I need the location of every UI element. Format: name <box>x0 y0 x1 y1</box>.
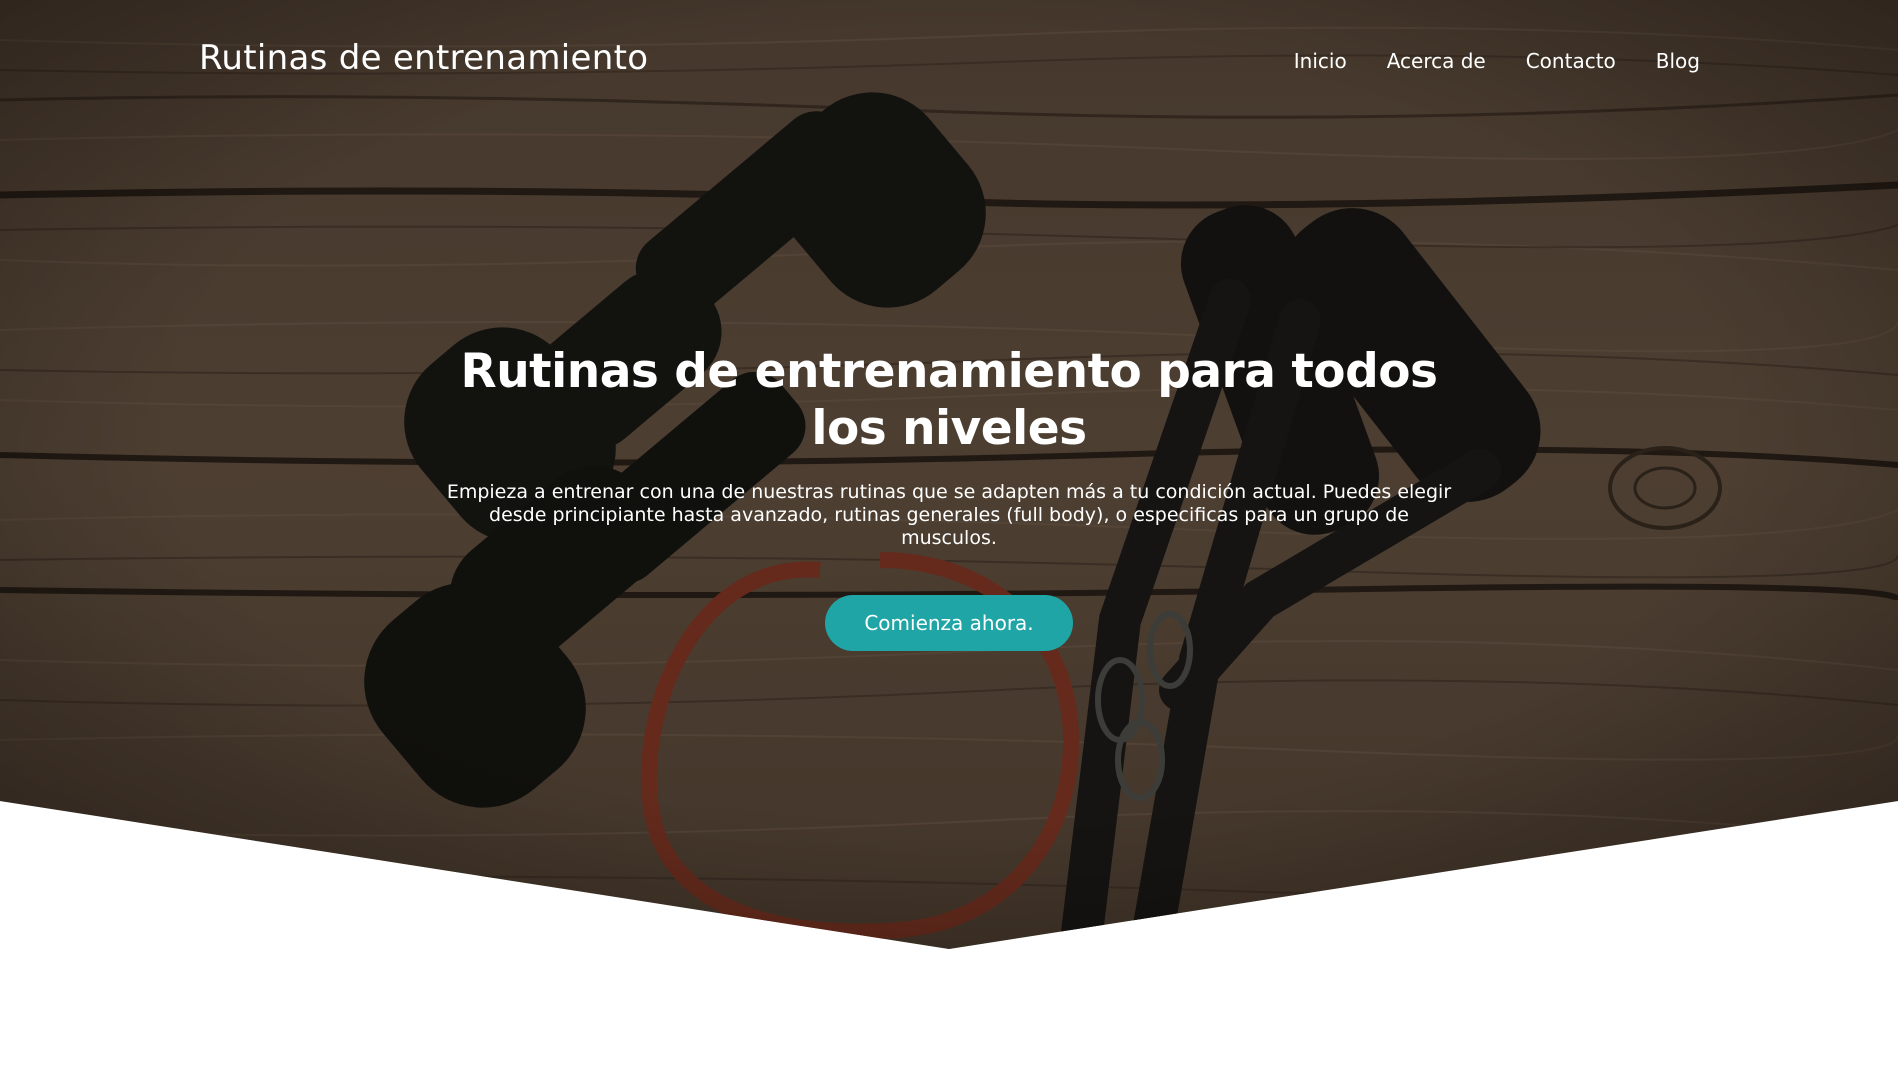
nav-item-blog: Blog <box>1656 49 1700 73</box>
scrollbar-track[interactable] <box>1898 0 1902 1080</box>
nav-item-acerca-de: Acerca de <box>1387 49 1486 73</box>
brand-logo-text[interactable]: Rutinas de entrenamiento <box>199 38 648 78</box>
start-now-button[interactable]: Comienza ahora. <box>825 595 1073 651</box>
hero-title: Rutinas de entrenamiento para todos los … <box>460 344 1438 456</box>
nav-item-contacto: Contacto <box>1526 49 1616 73</box>
hero-section: Rutinas de entrenamiento Inicio Acerca d… <box>0 0 1898 949</box>
nav-link-blog[interactable]: Blog <box>1656 49 1700 73</box>
nav-link-inicio[interactable]: Inicio <box>1294 49 1347 73</box>
page: Rutinas de entrenamiento Inicio Acerca d… <box>0 0 1902 1080</box>
nav-item-inicio: Inicio <box>1294 49 1347 73</box>
hero-description: Empieza a entrenar con una de nuestras r… <box>446 481 1452 549</box>
hero-content: Rutinas de entrenamiento para todos los … <box>0 343 1898 651</box>
nav-link-contacto[interactable]: Contacto <box>1526 49 1616 73</box>
nav-link-acerca-de[interactable]: Acerca de <box>1387 49 1486 73</box>
navbar: Rutinas de entrenamiento Inicio Acerca d… <box>0 0 1898 124</box>
nav-menu: Inicio Acerca de Contacto Blog <box>1294 49 1700 73</box>
